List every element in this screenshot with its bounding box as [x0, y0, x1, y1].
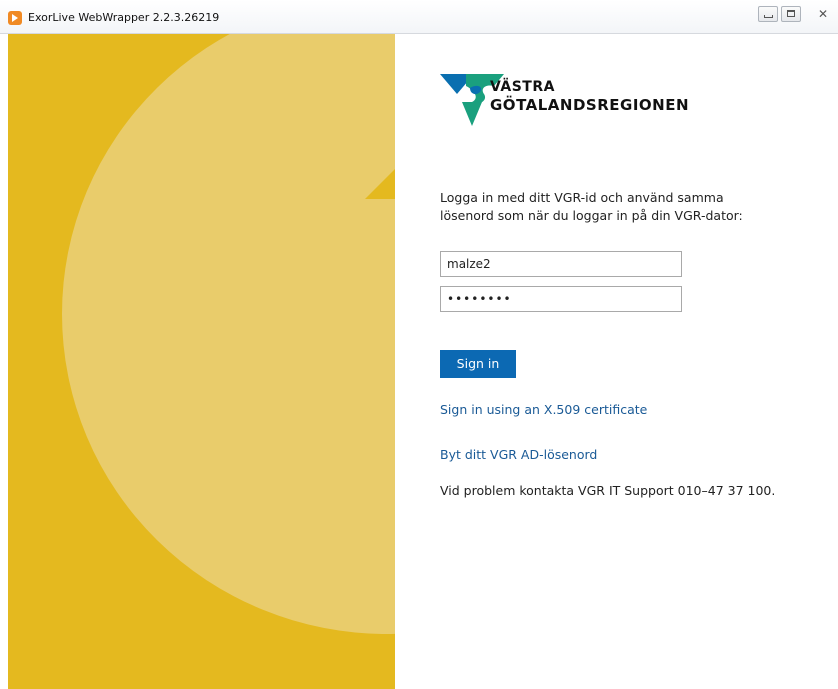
login-instructions: Logga in med ditt VGR-id och använd samm…: [440, 190, 743, 223]
vgr-logo-text: VÄSTRA GÖTALANDSREGIONEN: [490, 78, 689, 114]
support-contact-text: Vid problem kontakta VGR IT Support 010–…: [440, 483, 776, 498]
minimize-icon[interactable]: [758, 6, 778, 22]
username-input[interactable]: malze2: [440, 251, 682, 277]
window-left-border: [0, 34, 8, 689]
password-input[interactable]: ••••••••: [440, 286, 682, 312]
logo-line-2: GÖTALANDSREGIONEN: [490, 96, 690, 114]
certificate-sign-in-link[interactable]: Sign in using an X.509 certificate: [440, 402, 647, 417]
window-title: ExorLive WebWrapper 2.2.3.26219: [28, 11, 220, 24]
logo-line-1: VÄSTRA: [490, 79, 555, 95]
window-titlebar: ExorLive WebWrapper 2.2.3.26219 ✕: [0, 0, 838, 34]
decorative-background-panel: [8, 34, 395, 689]
decorative-circle: [62, 34, 395, 634]
change-password-link[interactable]: Byt ditt VGR AD-lösenord: [440, 447, 597, 462]
close-icon[interactable]: ✕: [814, 6, 832, 22]
exorlive-app-icon: [8, 11, 22, 25]
decorative-wedge: [365, 167, 395, 199]
maximize-icon[interactable]: [781, 6, 801, 22]
sign-in-button[interactable]: Sign in: [440, 350, 516, 378]
